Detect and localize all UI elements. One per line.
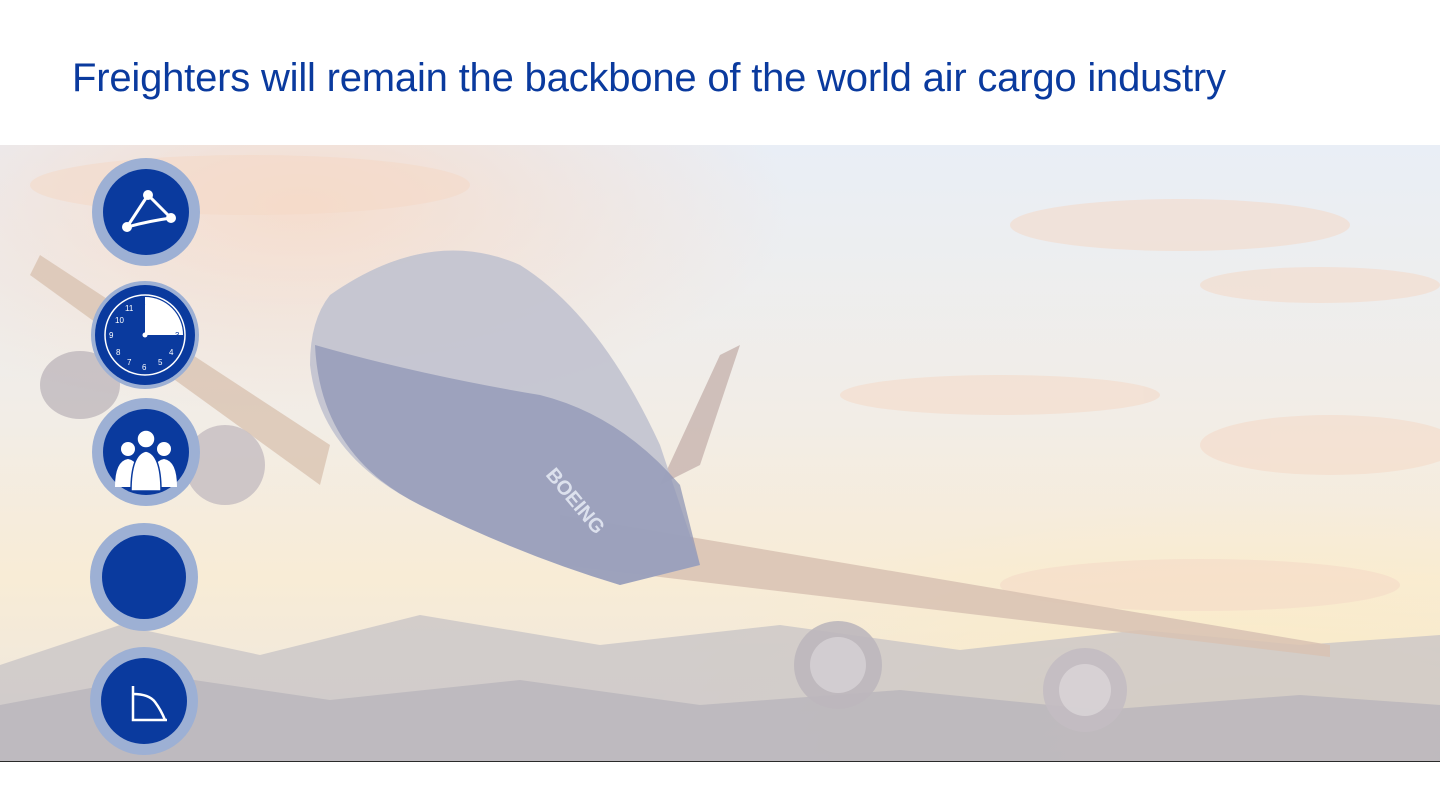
- bottom-divider: [0, 761, 1440, 762]
- clock-number-11: 11: [125, 304, 134, 313]
- clock-number-3: 3: [175, 331, 180, 340]
- network-route-icon-badge: [92, 158, 200, 266]
- people-group-icon: [115, 429, 177, 492]
- clock-number-6: 6: [142, 363, 147, 372]
- blank-circle-icon-badge: [90, 523, 198, 631]
- clock-number-8: 8: [116, 348, 121, 357]
- decline-curve-icon-badge: [90, 647, 198, 755]
- clock-number-4: 4: [169, 348, 174, 357]
- clock-icon-badge: 1 11 10 9 8 7 6 5 4 3: [91, 281, 199, 389]
- clock-icon: 1 11 10 9 8 7 6 5 4 3: [104, 294, 186, 376]
- clock-number-1: 1: [141, 298, 146, 307]
- blank-circle-icon: [102, 535, 186, 619]
- clock-number-5: 5: [158, 358, 163, 367]
- hero-background-image: BOEING: [0, 145, 1440, 761]
- clock-number-9: 9: [109, 331, 114, 340]
- page-title: Freighters will remain the backbone of t…: [72, 56, 1226, 100]
- clock-number-7: 7: [127, 358, 132, 367]
- network-route-icon: [122, 190, 176, 232]
- airplane-photo-illustration: BOEING: [0, 155, 1440, 761]
- clock-number-10: 10: [115, 316, 124, 325]
- people-group-icon-badge: [92, 398, 200, 506]
- decline-curve-icon: [131, 686, 167, 722]
